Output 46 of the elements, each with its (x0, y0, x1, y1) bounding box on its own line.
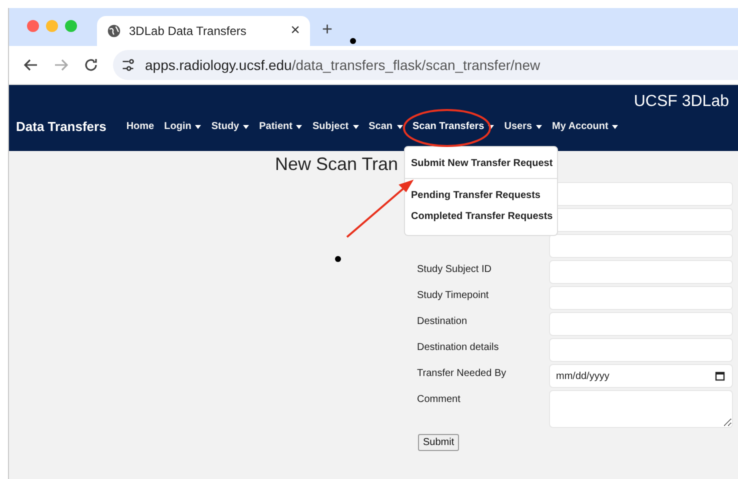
forward-icon[interactable] (53, 57, 69, 73)
input-field[interactable] (549, 312, 733, 336)
submit-button[interactable]: Submit (418, 434, 460, 451)
reload-icon[interactable] (83, 57, 99, 73)
nav-link[interactable]: Study (211, 121, 250, 132)
tune-icon[interactable] (121, 58, 135, 72)
address-bar[interactable]: apps.radiology.ucsf.edu/data_transfers_flask/scan_transfer/new (113, 50, 738, 80)
menu-item[interactable]: Pending Transfer Requests (405, 185, 557, 206)
close-tab-button[interactable]: × (290, 22, 300, 40)
dot-mark (350, 38, 356, 44)
nav-link[interactable]: Subject (312, 121, 359, 132)
nav-link[interactable]: Scan Transfers (412, 121, 494, 132)
field-label: Study Subject ID (417, 263, 492, 277)
menu-item[interactable]: Submit New Transfer Request (405, 153, 557, 174)
input-field[interactable] (549, 286, 733, 310)
dot-mark (335, 256, 341, 262)
field-label: Study Timepoint (417, 289, 490, 303)
field-label: Destination (417, 315, 468, 329)
close-window-button[interactable] (27, 20, 39, 32)
date-field[interactable]: mm/dd/yyyy (549, 364, 733, 388)
url-text: apps.radiology.ucsf.edu/data_transfers_flask/scan_transfer/new (145, 57, 540, 73)
input-field[interactable] (549, 338, 733, 362)
menu-item[interactable]: Completed Transfer Requests (405, 206, 557, 227)
field-label: Destination details (417, 341, 500, 355)
input-field[interactable] (549, 234, 733, 258)
browser-tab[interactable]: 3DLab Data Transfers × (97, 16, 310, 46)
calendar-icon[interactable] (715, 371, 725, 381)
tab-title: 3DLab Data Transfers (129, 24, 248, 38)
field-label: Comment (417, 393, 462, 407)
field-label: Transfer Needed By (417, 367, 508, 381)
nav-link[interactable]: Home (126, 121, 154, 132)
globe-icon (107, 24, 121, 38)
maximize-window-button[interactable] (65, 20, 77, 32)
input-field[interactable] (549, 260, 733, 284)
org-name: UCSF 3DLab (634, 92, 730, 111)
minimize-window-button[interactable] (46, 20, 58, 32)
new-tab-button[interactable]: + (310, 19, 333, 46)
nav-link[interactable]: Patient (259, 121, 302, 132)
nav-link[interactable]: Login (164, 121, 202, 132)
nav-link[interactable]: Scan (368, 121, 402, 132)
page-title: New Scan Tran (275, 154, 398, 175)
nav-link[interactable]: My Account (552, 121, 618, 132)
nav-link[interactable]: Users (504, 121, 542, 132)
brand-link[interactable]: Data Transfers (16, 119, 106, 134)
comment-field[interactable] (549, 390, 733, 428)
back-icon[interactable] (23, 57, 39, 73)
